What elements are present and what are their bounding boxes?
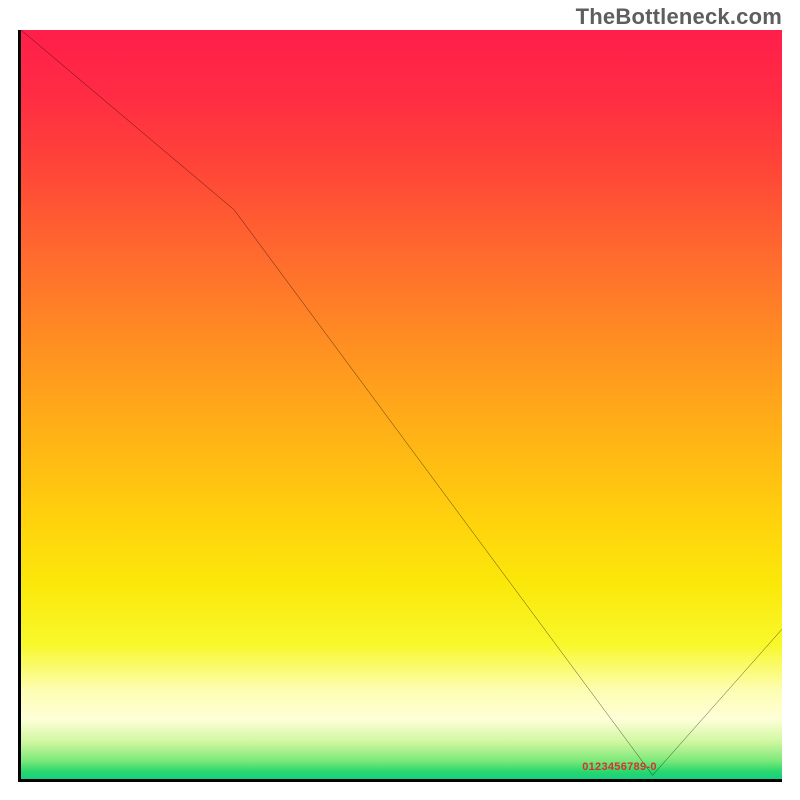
plot-area: 0123456789-0 xyxy=(18,30,782,782)
watermark-text: TheBottleneck.com xyxy=(576,4,782,30)
chart-line xyxy=(21,30,782,775)
line-chart-svg xyxy=(21,30,782,779)
bottom-annotation: 0123456789-0 xyxy=(582,761,657,773)
chart-container: TheBottleneck.com 0123456789-0 xyxy=(0,0,800,800)
